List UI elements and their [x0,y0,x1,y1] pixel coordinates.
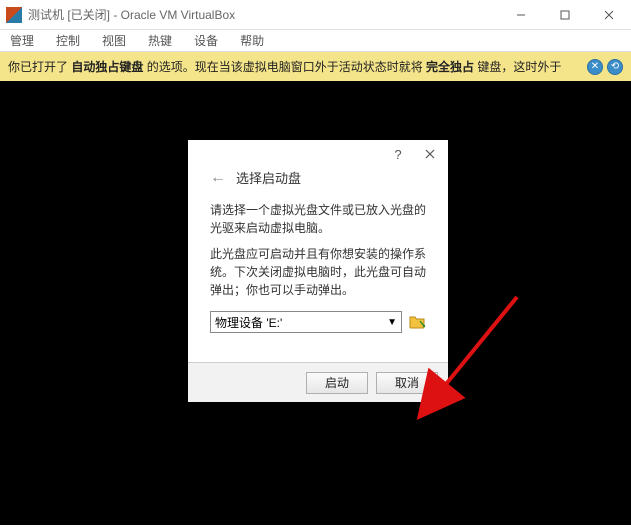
menubar: 管理 控制 视图 热键 设备 帮助 [0,30,631,52]
close-button[interactable] [587,0,631,29]
menu-help[interactable]: 帮助 [236,30,268,51]
drive-combobox[interactable]: 物理设备 'E:' ▼ [210,311,402,333]
menu-hotkeys[interactable]: 热键 [144,30,176,51]
back-arrow-icon[interactable]: ← [210,169,226,187]
virtualbox-icon [6,7,22,23]
notice-dismiss-icon[interactable]: ✕ [587,59,603,75]
main-titlebar: 测试机 [已关闭] - Oracle VM VirtualBox [0,0,631,30]
cancel-button[interactable]: 取消 [376,372,438,394]
dialog-footer: 启动 取消 [188,362,448,402]
notice-text: 你已打开了 自动独占键盘 的选项。现在当该虚拟电脑窗口外于活动状态时就将 完全独… [8,58,587,75]
minimize-button[interactable] [499,0,543,29]
menu-control[interactable]: 控制 [52,30,84,51]
dialog-paragraph-2: 此光盘应可启动并且有你想安装的操作系统。下次关闭虚拟电脑时，此光盘可自动弹出；你… [210,245,426,299]
drive-selected-value: 物理设备 'E:' [215,314,282,331]
dialog-title: 选择启动盘 [236,168,301,187]
window-controls [499,0,631,29]
startup-disk-dialog: ? ← 选择启动盘 请选择一个虚拟光盘文件或已放入光盘的光驱来启动虚拟电脑。 此… [188,140,448,402]
start-button[interactable]: 启动 [306,372,368,394]
menu-devices[interactable]: 设备 [190,30,222,51]
dialog-close-button[interactable] [414,142,446,166]
dialog-titlebar: ? [188,140,448,168]
bottom-edge [0,525,631,531]
menu-view[interactable]: 视图 [98,30,130,51]
dialog-help-button[interactable]: ? [382,142,414,166]
vm-display-area: ? ← 选择启动盘 请选择一个虚拟光盘文件或已放入光盘的光驱来启动虚拟电脑。 此… [0,81,631,528]
menu-manage[interactable]: 管理 [6,30,38,51]
notice-bar: 你已打开了 自动独占键盘 的选项。现在当该虚拟电脑窗口外于活动状态时就将 完全独… [0,52,631,81]
chevron-down-icon: ▼ [387,317,397,328]
maximize-button[interactable] [543,0,587,29]
dialog-body: ← 选择启动盘 请选择一个虚拟光盘文件或已放入光盘的光驱来启动虚拟电脑。 此光盘… [188,168,448,362]
dialog-paragraph-1: 请选择一个虚拟光盘文件或已放入光盘的光驱来启动虚拟电脑。 [210,201,426,237]
browse-folder-button[interactable] [408,313,426,331]
notice-info-icon[interactable]: ⟲ [607,59,623,75]
window-title: 测试机 [已关闭] - Oracle VM VirtualBox [28,6,499,23]
